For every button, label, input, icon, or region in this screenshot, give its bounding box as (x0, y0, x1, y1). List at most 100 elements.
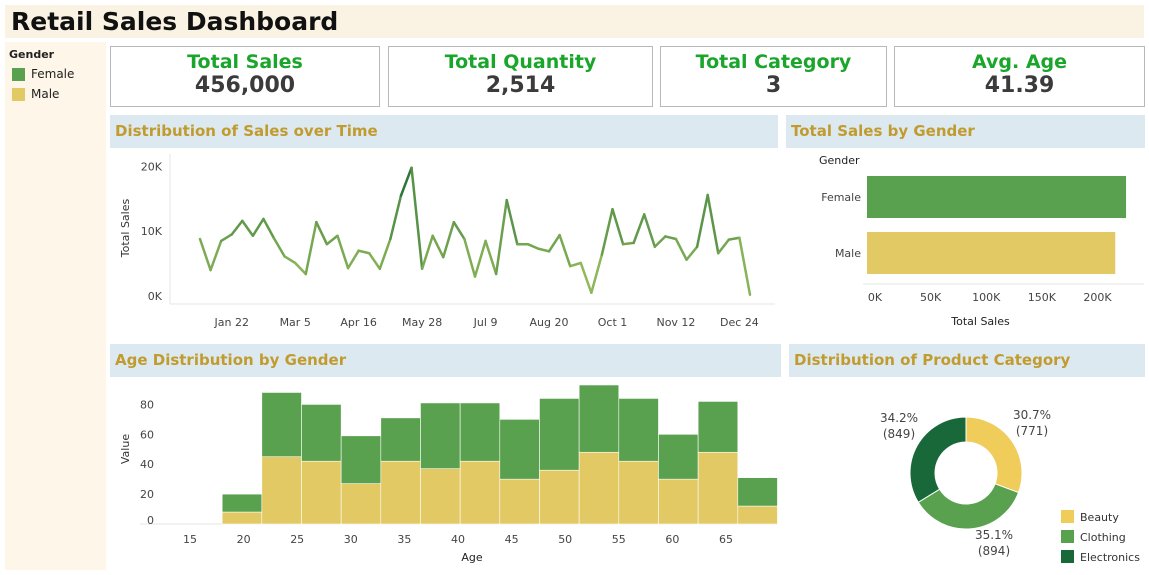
legend-title: Gender (9, 48, 55, 61)
bar-female (420, 402, 461, 469)
sales-over-time-chart[interactable]: 0K 10K 20K Total Sales Jan 22 Mar 5 Apr 16 May … (110, 148, 778, 340)
kpi-label: Total Sales (187, 51, 303, 73)
sales-line-segment (494, 198, 508, 276)
legend-label-male[interactable]: Male (31, 87, 59, 101)
sales-line-segment (336, 234, 350, 270)
legend-label: Clothing (1080, 531, 1126, 544)
x-tick-label: 200K (1083, 291, 1112, 304)
bar-male (459, 460, 501, 525)
x-tick-label: May 28 (402, 316, 442, 329)
bar-male (658, 478, 699, 525)
sales-line-segment (632, 213, 646, 245)
bar (867, 232, 1116, 274)
bar-female (578, 384, 620, 453)
bar-female (301, 404, 342, 462)
sales-line-segment (579, 261, 593, 295)
sales-line-segment (484, 239, 498, 276)
bar-male (618, 460, 659, 525)
y-tick-label: 40 (140, 458, 154, 471)
sales-line-segment (378, 237, 392, 271)
sales-line-segment (706, 193, 720, 255)
sales-line-segment (685, 245, 699, 261)
legend-swatch-male[interactable] (12, 88, 25, 101)
bar-female (658, 434, 699, 480)
bar-female (697, 401, 739, 453)
section-title: Distribution of Product Category (794, 351, 1071, 369)
dashboard-title: Retail Sales Dashboard (11, 7, 339, 36)
kpi-value: 456,000 (194, 73, 296, 98)
sales-line-segment (315, 220, 329, 246)
sales-line-segment (219, 233, 233, 243)
legend-label-female[interactable]: Female (31, 67, 74, 81)
bar-male (301, 460, 342, 525)
x-tick-label: 100K (972, 291, 1001, 304)
x-tick-label: Aug 20 (530, 316, 569, 329)
sales-line-segment (399, 166, 413, 197)
x-tick-label: Dec 24 (720, 316, 759, 329)
kpi-label: Avg. Age (971, 51, 1068, 73)
sales-line-segment (452, 220, 466, 241)
legend-swatch (1061, 530, 1074, 543)
x-tick-label: 60 (665, 533, 679, 546)
bar-male (221, 511, 263, 525)
x-axis-title: Age (461, 551, 483, 564)
sales-line-segment (695, 193, 709, 249)
category-label: Male (835, 247, 861, 260)
y-axis-title: Total Sales (119, 199, 132, 259)
kpi-value: 3 (765, 73, 782, 98)
x-tick-label: 50K (920, 291, 942, 304)
x-tick-label: Jul 9 (473, 316, 498, 329)
slice-percent-label: 35.1% (975, 528, 1013, 542)
sales-by-gender-chart[interactable]: Gender Female Male 0K 50K 100K 150K 200K Total S… (786, 148, 1145, 340)
kpi-card-avg-age: Avg. Age 41.39 (894, 46, 1145, 107)
y-tick-label: 60 (140, 428, 154, 441)
product-category-chart[interactable]: 30.7% (771) 35.1% (894) 34.2% (849) Beauty Clot… (789, 377, 1145, 570)
bar (867, 176, 1127, 218)
slice-count-label: (771) (1016, 424, 1048, 438)
section-header-sales-gender: Total Sales by Gender (786, 115, 1145, 148)
bar-female (221, 493, 263, 513)
x-axis-title: Total Sales (950, 315, 1010, 328)
sales-line-segment (389, 194, 403, 241)
legend-swatch-female[interactable] (12, 68, 25, 81)
age-distribution-chart[interactable]: 0 20 40 60 80 Value 15 20 25 30 35 40 45 50 55 60 65 Age (110, 377, 781, 570)
sales-line-segment (590, 253, 604, 295)
bar-male (380, 460, 421, 525)
sales-line-segment (738, 236, 752, 296)
sales-line-segment (357, 249, 371, 255)
slice-percent-label: 34.2% (880, 411, 918, 425)
legend-label: Electronics (1080, 551, 1140, 564)
section-title: Age Distribution by Gender (115, 351, 347, 369)
section-header-sales-time: Distribution of Sales over Time (110, 115, 778, 148)
bar-male (340, 483, 382, 525)
sales-line-segment (526, 242, 540, 250)
sales-line-segment (346, 249, 360, 270)
y-tick-label: 0K (148, 290, 163, 303)
sales-line-segment (568, 261, 583, 268)
bar-male (499, 478, 540, 525)
section-header-age-distribution: Age Distribution by Gender (110, 344, 781, 377)
kpi-card-total-category: Total Category 3 (660, 46, 887, 107)
kpi-value: 2,514 (485, 73, 556, 98)
sales-line-segment (642, 213, 657, 249)
y-tick-label: 80 (140, 398, 154, 411)
sales-line-segment (727, 236, 741, 241)
sales-line-segment (600, 207, 614, 256)
sales-line-segment (283, 255, 297, 265)
legend-swatch (1061, 510, 1074, 523)
sales-line-segment (431, 234, 445, 259)
x-tick-label: Apr 16 (340, 316, 377, 329)
sales-line-segment (558, 233, 572, 268)
sales-line-segment (293, 261, 308, 276)
bar-male (737, 505, 778, 525)
bar-female (261, 392, 302, 458)
bar-male (539, 469, 580, 525)
sales-line-segment (547, 233, 561, 253)
sales-line-segment (717, 238, 731, 255)
kpi-card-total-sales: Total Sales 456,000 (110, 46, 380, 107)
sales-line-segment (262, 217, 276, 240)
sales-line-segment (621, 241, 635, 246)
section-header-product-category: Distribution of Product Category (789, 344, 1145, 377)
x-tick-label: 15 (183, 533, 197, 546)
section-title: Total Sales by Gender (791, 122, 975, 140)
